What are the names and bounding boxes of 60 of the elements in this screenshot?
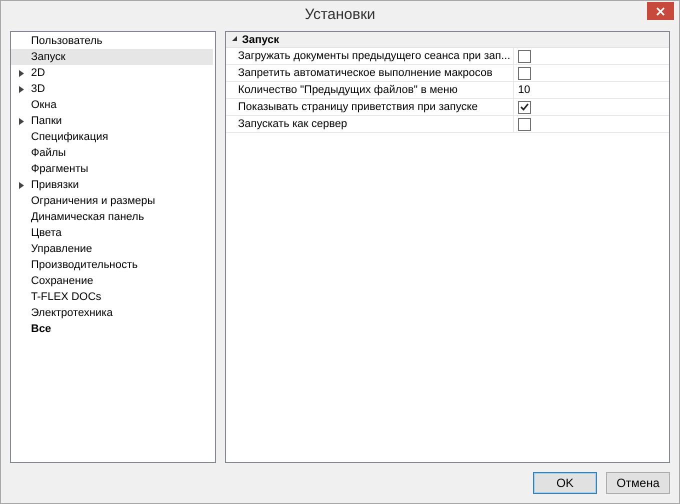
- close-button[interactable]: [647, 2, 674, 20]
- tree-item-label: Фрагменты: [31, 163, 88, 175]
- tree-item-label: T-FLEX DOCs: [31, 291, 102, 303]
- tree-item-label: Пользователь: [31, 35, 102, 47]
- cancel-button[interactable]: Отмена: [606, 472, 670, 494]
- ok-button[interactable]: OK: [533, 472, 597, 494]
- tree-row[interactable]: Фрагменты: [11, 161, 213, 177]
- tree-row[interactable]: Динамическая панель: [11, 209, 213, 225]
- tree-item-label: Все: [31, 323, 52, 335]
- tree-item-label: Окна: [31, 99, 57, 111]
- property-label: Загружать документы предыдущего сеанса при зап...: [234, 48, 514, 64]
- property-value[interactable]: 10: [518, 84, 530, 96]
- tree-item-label: 2D: [31, 67, 46, 79]
- expand-arrow-icon[interactable]: [18, 86, 24, 92]
- property-label: Запускать как сервер: [234, 116, 514, 132]
- tree-item-label: Производительность: [31, 259, 138, 271]
- checkbox[interactable]: [518, 50, 531, 62]
- tree-row[interactable]: T-FLEX DOCs: [11, 289, 213, 305]
- tree-item-label: Ограничения и размеры: [31, 195, 156, 207]
- property-label: Количество "Предыдущих файлов" в меню: [234, 82, 514, 98]
- tree-row[interactable]: Производительность: [11, 257, 213, 273]
- tree-row[interactable]: Электротехника: [11, 305, 213, 321]
- tree-item-label: Управление: [31, 243, 92, 255]
- checkbox[interactable]: [518, 66, 531, 80]
- property-label: Показывать страницу приветствия при запуске: [234, 99, 514, 115]
- expand-arrow-icon[interactable]: [18, 70, 24, 76]
- tree-item-label: 3D: [31, 83, 46, 95]
- property-label: Запретить автоматическое выполнение макросов: [234, 65, 514, 81]
- checkbox[interactable]: [518, 118, 531, 130]
- tree-row[interactable]: Ограничения и размеры: [11, 193, 213, 209]
- tree-row[interactable]: Файлы: [11, 145, 213, 161]
- tree-row[interactable]: Привязки: [11, 177, 213, 193]
- checkbox[interactable]: [518, 100, 531, 114]
- expand-arrow-icon[interactable]: [18, 118, 24, 124]
- tree-row[interactable]: Все: [11, 321, 213, 337]
- tree-item-label: Динамическая панель: [31, 211, 144, 223]
- tree-item-label: Файлы: [31, 147, 66, 159]
- expand-arrow-icon[interactable]: [18, 182, 24, 188]
- tree-row[interactable]: Управление: [11, 241, 213, 257]
- tree-item-label: Папки: [31, 115, 62, 127]
- tree-row[interactable]: Цвета: [11, 225, 213, 241]
- tree-row[interactable]: 2D: [11, 65, 213, 81]
- tree-row[interactable]: Окна: [11, 97, 213, 113]
- close-icon: [656, 6, 665, 16]
- tree-item-label: Спецификация: [31, 131, 108, 143]
- section-header[interactable]: Запуск: [226, 32, 669, 48]
- tree-row[interactable]: Запуск: [11, 49, 213, 65]
- tree-row[interactable]: Сохранение: [11, 273, 213, 289]
- collapse-arrow-icon[interactable]: [232, 36, 236, 43]
- tree-row[interactable]: 3D: [11, 81, 213, 97]
- section-title: Запуск: [242, 34, 280, 46]
- tree-row[interactable]: Спецификация: [11, 129, 213, 145]
- tree-item-label: Сохранение: [31, 275, 94, 287]
- window-title: Установки: [304, 6, 376, 23]
- tree-item-label: Привязки: [31, 179, 79, 191]
- tree-item-label: Электротехника: [31, 307, 113, 319]
- tree-row[interactable]: Пользователь: [11, 33, 213, 49]
- tree-item-label: Запуск: [31, 51, 66, 63]
- tree-item-label: Цвета: [31, 227, 62, 239]
- tree-row[interactable]: Папки: [11, 113, 213, 129]
